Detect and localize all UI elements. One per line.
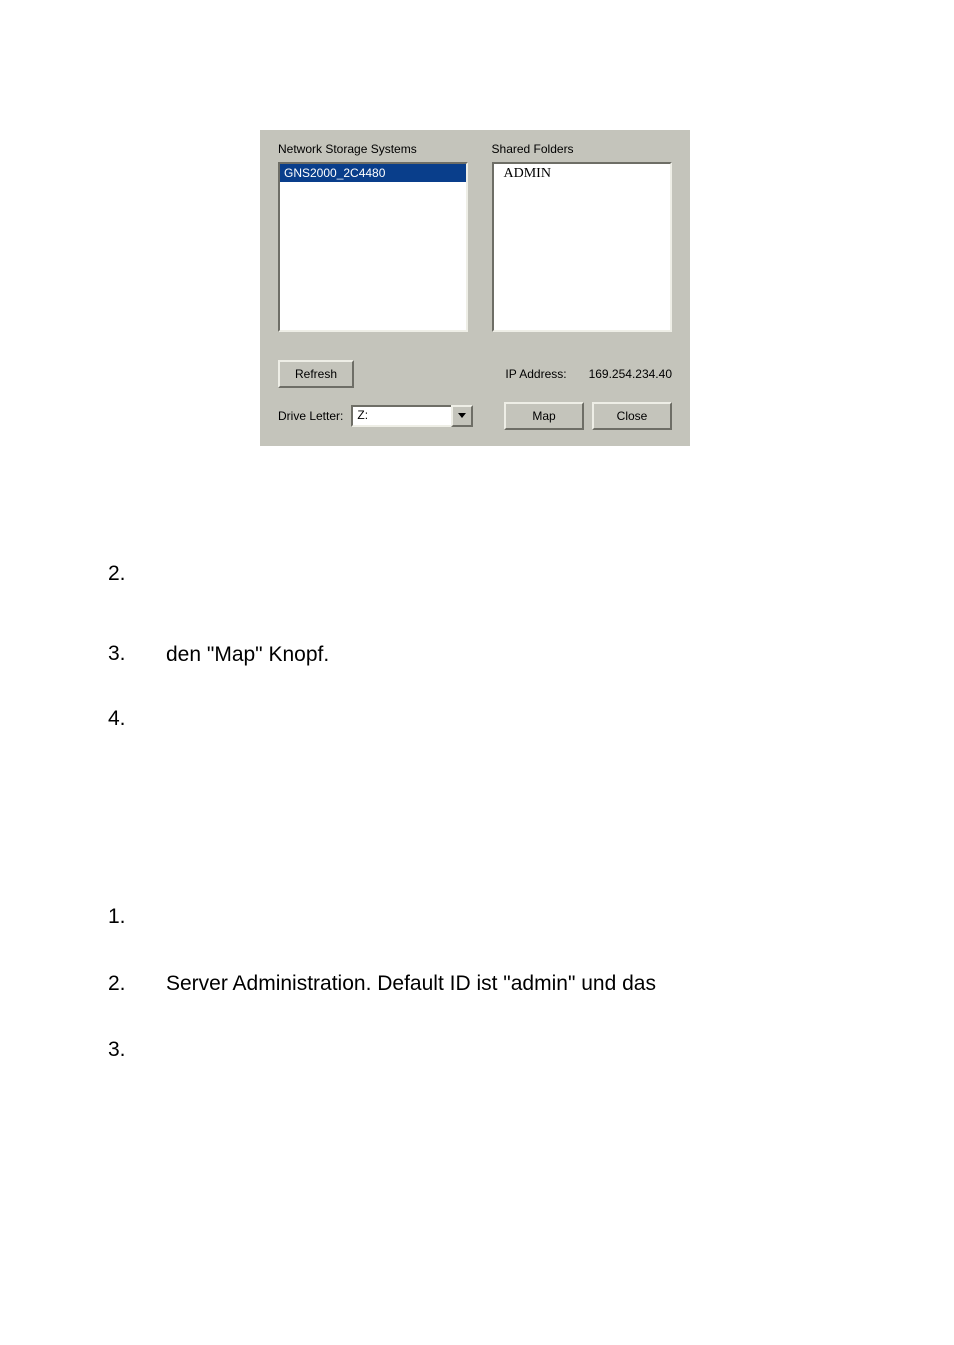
shared-folders-listbox[interactable]: ADMIN: [492, 162, 672, 332]
list-continuation: den "Map" Knopf.: [166, 641, 868, 669]
refresh-button[interactable]: Refresh: [278, 360, 354, 388]
ip-address-value: 169.254.234.40: [589, 367, 672, 381]
list-number: 2.: [108, 560, 166, 588]
list-item: 2. Server Administration. Default ID ist…: [108, 970, 868, 998]
list-item: 2.: [108, 560, 868, 588]
map-button[interactable]: Map: [504, 402, 584, 430]
nss-item-selected[interactable]: GNS2000_2C4480: [280, 164, 466, 182]
close-button[interactable]: Close: [592, 402, 672, 430]
ip-address-label: IP Address:: [505, 367, 566, 381]
list-number: 1.: [108, 903, 166, 931]
drive-letter-value[interactable]: Z:: [351, 405, 451, 427]
nss-label: Network Storage Systems: [278, 142, 468, 156]
shared-folder-item[interactable]: ADMIN: [494, 164, 670, 184]
list-item: 3.: [108, 1036, 868, 1064]
list-item: 1.: [108, 903, 868, 931]
shared-folders-label: Shared Folders: [492, 142, 672, 156]
list-text: Server Administration. Default ID ist "a…: [166, 970, 868, 998]
list-number: 2.: [108, 970, 166, 998]
drive-letter-combo[interactable]: Z:: [351, 405, 473, 427]
nss-listbox[interactable]: GNS2000_2C4480: [278, 162, 468, 332]
list-number: 3.: [108, 1036, 166, 1064]
document-body: 2. 3. den "Map" Knopf. 4. 1. 2. Server A…: [108, 560, 868, 1102]
list-number: 4.: [108, 705, 166, 733]
network-storage-dialog: Network Storage Systems GNS2000_2C4480 S…: [260, 130, 690, 446]
list-item: 4.: [108, 705, 868, 733]
list-number: 3.: [108, 640, 166, 668]
drive-letter-label: Drive Letter:: [278, 409, 343, 423]
chevron-down-icon[interactable]: [451, 405, 473, 427]
